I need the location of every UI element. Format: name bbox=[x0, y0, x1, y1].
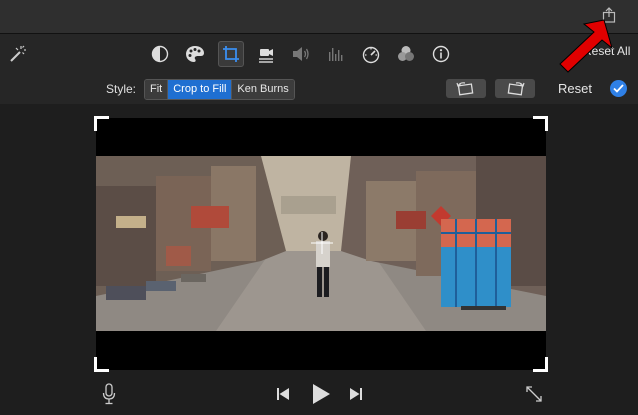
video-preview bbox=[96, 156, 546, 331]
stabilization-icon bbox=[259, 49, 273, 63]
crop-handle-top-right[interactable] bbox=[533, 116, 548, 131]
crop-frame[interactable] bbox=[94, 116, 548, 372]
play-button[interactable] bbox=[309, 381, 333, 407]
expand-icon bbox=[526, 386, 542, 402]
speed-button[interactable] bbox=[358, 41, 384, 67]
style-label: Style: bbox=[106, 82, 137, 96]
voiceover-button[interactable] bbox=[100, 382, 118, 406]
rotate-left-icon bbox=[456, 81, 474, 96]
crop-handle-bottom-right[interactable] bbox=[533, 357, 548, 372]
checkmark-icon bbox=[613, 84, 624, 93]
color-balance-icon bbox=[151, 45, 169, 63]
rotate-right-button[interactable] bbox=[495, 79, 535, 98]
rotate-right-icon bbox=[507, 81, 525, 96]
fit-option[interactable]: Fit bbox=[145, 80, 169, 99]
video-overlay-button[interactable] bbox=[393, 41, 419, 67]
magic-wand-button[interactable] bbox=[4, 41, 30, 67]
top-bar bbox=[0, 0, 638, 34]
skip-forward-icon bbox=[350, 388, 362, 400]
crop-to-fill-option[interactable]: Crop to Fill bbox=[168, 80, 233, 99]
color-balance-button[interactable] bbox=[147, 41, 173, 67]
skip-back-button[interactable] bbox=[274, 386, 292, 402]
play-icon bbox=[313, 384, 330, 404]
clip-info-button[interactable] bbox=[428, 41, 454, 67]
crop-style-bar: Style: Fit Crop to Fill Ken Burns Reset bbox=[0, 74, 638, 104]
crop-handle-bottom-left[interactable] bbox=[94, 357, 109, 372]
skip-forward-button[interactable] bbox=[347, 386, 365, 402]
skip-back-icon bbox=[277, 388, 289, 400]
crop-button[interactable] bbox=[218, 41, 244, 67]
viewer bbox=[0, 104, 638, 374]
stabilization-button[interactable] bbox=[253, 41, 279, 67]
speed-icon bbox=[362, 46, 380, 64]
crop-handle-top-left[interactable] bbox=[94, 116, 109, 131]
adjustments-toolbar bbox=[0, 34, 638, 74]
street-scene-image bbox=[96, 156, 546, 331]
playback-controls bbox=[0, 374, 638, 415]
fullscreen-button[interactable] bbox=[524, 384, 544, 404]
reset-button[interactable]: Reset bbox=[558, 81, 592, 96]
overlay-icon bbox=[398, 46, 414, 61]
color-correction-button[interactable] bbox=[182, 41, 208, 67]
volume-icon bbox=[293, 47, 309, 61]
volume-button[interactable] bbox=[288, 41, 314, 67]
magic-wand-icon bbox=[10, 45, 26, 62]
rotate-left-button[interactable] bbox=[446, 79, 486, 98]
color-palette-icon bbox=[186, 46, 204, 62]
ken-burns-option[interactable]: Ken Burns bbox=[232, 80, 294, 99]
equalizer-icon bbox=[329, 48, 343, 61]
crop-icon bbox=[223, 46, 239, 62]
microphone-icon bbox=[102, 383, 116, 405]
info-icon bbox=[432, 45, 450, 63]
noise-reduction-button[interactable] bbox=[323, 41, 349, 67]
apply-button[interactable] bbox=[610, 80, 627, 97]
annotation-arrow-icon bbox=[559, 19, 613, 73]
crop-style-segmented-control: Fit Crop to Fill Ken Burns bbox=[144, 79, 295, 100]
